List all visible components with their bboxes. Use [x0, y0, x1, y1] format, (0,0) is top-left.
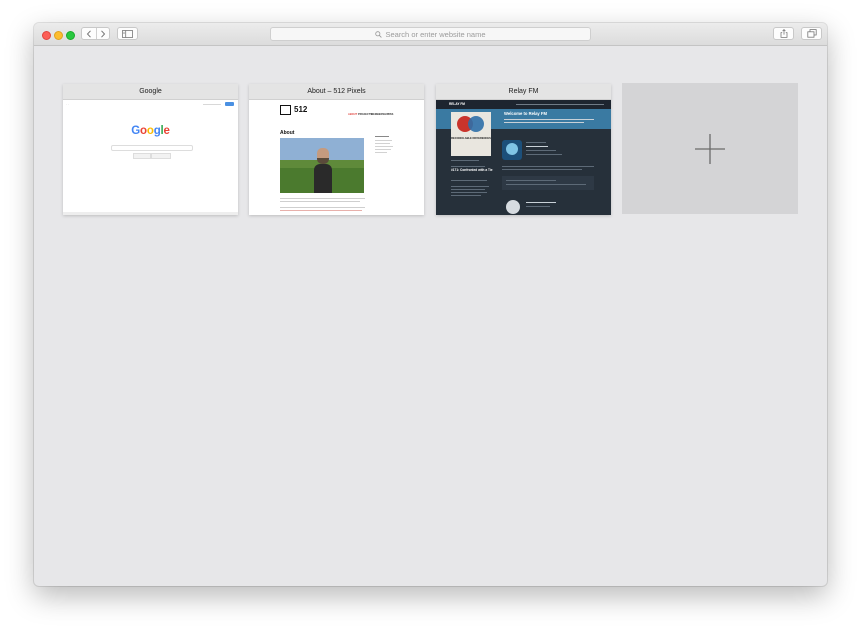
preview-photo — [280, 138, 364, 193]
tabs-overview-icon — [806, 29, 817, 38]
google-logo-letter: e — [163, 125, 170, 137]
preview-text-line — [451, 192, 487, 193]
preview-text-line — [451, 195, 481, 196]
preview-text-line — [526, 146, 548, 147]
preview-nav-item: ABOUT — [348, 113, 358, 116]
512-logo-mark — [280, 105, 291, 115]
preview-text-line — [506, 184, 586, 185]
google-logo-letter: g — [153, 125, 161, 137]
preview-button — [151, 153, 171, 159]
preview-text-line — [375, 146, 393, 147]
chevron-left-icon — [86, 29, 91, 38]
preview-text-line — [375, 136, 389, 137]
preview-heading: About — [280, 130, 295, 136]
preview-text-line — [451, 166, 485, 167]
preview-nav-line — [516, 104, 604, 105]
preview-text-line — [526, 150, 556, 151]
google-logo: Google — [63, 125, 238, 137]
preview-text-line — [280, 210, 362, 211]
tab-thumbnail-google[interactable]: Google · · Google — [63, 84, 238, 215]
preview-text-line — [504, 119, 594, 120]
preview-episode-title: #171: Confronted with a Tie — [451, 168, 493, 172]
preview-nav-item: MEMBERSHIP — [371, 113, 389, 116]
preview-nav-item: PROJECTS — [358, 113, 372, 116]
preview-text-line — [504, 122, 584, 123]
preview-text-line — [526, 202, 556, 203]
tab-title: Google — [63, 84, 238, 100]
preview-button — [133, 153, 151, 159]
tab-preview: · · Google — [63, 100, 238, 215]
preview-text-line — [280, 201, 360, 202]
sidebar-toggle-button[interactable] — [117, 27, 138, 40]
tab-thumbnail-relay-fm[interactable]: Relay FM RELAY FM Welcome to Relay FM RE… — [436, 84, 611, 215]
preview-footer — [63, 212, 238, 215]
preview-text-line — [451, 180, 487, 181]
preview-nav-item: RSS — [388, 113, 394, 116]
share-icon — [780, 29, 787, 38]
search-icon — [375, 30, 383, 38]
tab-thumbnail-512-pixels[interactable]: About – 512 Pixels 512 ABOUT PROJECTS ME… — [249, 84, 424, 215]
close-window-button[interactable] — [42, 31, 51, 40]
preview-text-line — [451, 189, 485, 190]
preview-text-line — [203, 104, 221, 105]
preview-text-line — [451, 160, 479, 161]
preview-text-line — [280, 207, 365, 208]
preview-text-line — [451, 186, 489, 187]
preview-episode-artwork — [506, 200, 520, 214]
tab-title: About – 512 Pixels — [249, 84, 424, 100]
preview-search-box — [111, 145, 193, 151]
minimize-window-button[interactable] — [54, 31, 63, 40]
show-all-tabs-button[interactable] — [801, 27, 822, 40]
preview-text-line — [526, 142, 546, 143]
preview-text-line — [502, 169, 582, 170]
google-logo-letter: G — [131, 125, 141, 137]
preview-signin-button — [225, 102, 234, 106]
plus-icon — [695, 133, 725, 164]
zoom-window-button[interactable] — [66, 31, 75, 40]
toolbar: Search or enter website name — [34, 23, 827, 46]
preview-text-line — [506, 180, 556, 181]
browser-window: Search or enter website name Google · · … — [34, 23, 827, 586]
preview-text-line — [375, 140, 392, 141]
preview-text-line — [526, 154, 562, 155]
preview-text-line — [502, 166, 594, 167]
share-button[interactable] — [773, 27, 794, 40]
512-logo-text: 512 — [294, 105, 308, 114]
relay-welcome: Welcome to Relay FM — [504, 111, 547, 116]
preview-podcast-artwork — [451, 112, 491, 156]
address-placeholder: Search or enter website name — [385, 29, 486, 39]
relay-logo: RELAY FM — [449, 102, 465, 106]
tab-preview: 512 ABOUT PROJECTS MEMBERSHIP RSS About — [249, 100, 424, 215]
navigation-buttons — [81, 27, 110, 40]
preview-text-line — [375, 152, 387, 153]
address-bar[interactable]: Search or enter website name — [270, 27, 591, 41]
google-logo-letter: o — [140, 125, 147, 137]
chevron-right-icon — [101, 29, 106, 38]
preview-text: · · — [66, 102, 69, 106]
preview-podcast-name: RECONCILABLE DIFFERENCES — [451, 137, 491, 140]
back-button[interactable] — [82, 28, 97, 39]
new-tab-button[interactable] — [622, 83, 798, 214]
google-logo-letter: o — [146, 125, 154, 137]
tab-preview: RELAY FM Welcome to Relay FM RECONCILABL… — [436, 100, 611, 215]
preview-text-line — [375, 143, 390, 144]
preview-sponsor-box — [502, 176, 594, 190]
preview-text-line — [375, 149, 391, 150]
preview-text-line — [526, 206, 550, 207]
preview-episode-artwork — [502, 140, 522, 160]
tab-title: Relay FM — [436, 84, 611, 100]
forward-button[interactable] — [96, 28, 110, 39]
preview-text-line — [280, 198, 365, 199]
sidebar-icon — [122, 29, 133, 38]
